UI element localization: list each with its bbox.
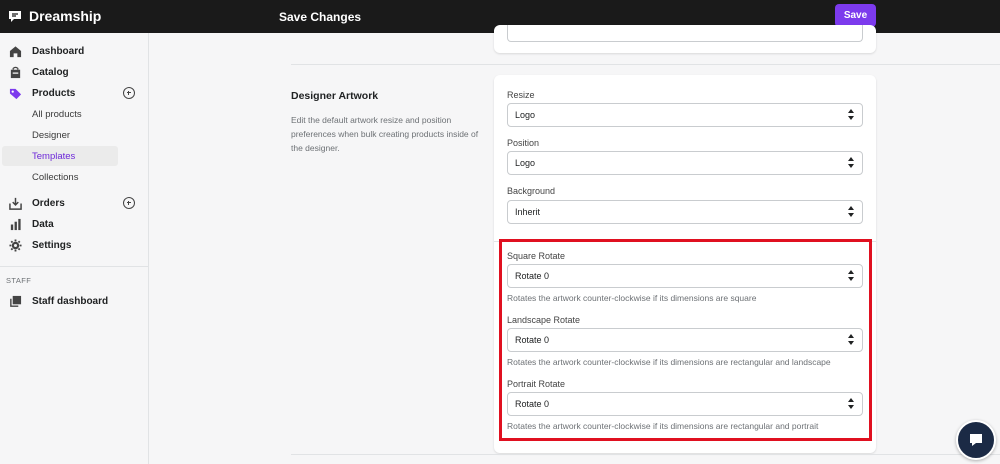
add-product-icon[interactable] <box>123 87 135 99</box>
landscape-rotate-select[interactable]: Rotate 0 <box>507 328 863 352</box>
sidebar-item-products[interactable]: Products <box>0 83 148 103</box>
section-divider <box>291 454 1000 455</box>
section-title: Designer Artwork <box>291 90 379 102</box>
bar-chart-icon <box>8 217 22 231</box>
sidebar-subitem-label: All products <box>32 109 82 120</box>
background-value: Inherit <box>515 207 541 217</box>
sidebar-item-label: Data <box>32 219 54 230</box>
sidebar-subitem-label: Templates <box>32 151 76 162</box>
designer-artwork-card: Resize Logo Position Logo Background Inh… <box>494 75 876 453</box>
background-label: Background <box>507 186 556 196</box>
square-rotate-label: Square Rotate <box>507 251 566 261</box>
home-icon <box>8 44 22 58</box>
square-rotate-value: Rotate 0 <box>515 271 550 281</box>
landscape-rotate-label: Landscape Rotate <box>507 315 581 325</box>
portrait-rotate-label: Portrait Rotate <box>507 379 566 389</box>
chat-launcher-button[interactable] <box>956 420 996 460</box>
select-arrows-icon <box>847 157 854 169</box>
gear-icon <box>8 238 22 252</box>
catalog-icon <box>8 65 22 79</box>
sidebar-item-data[interactable]: Data <box>0 214 148 234</box>
square-rotate-help: Rotates the artwork counter-clockwise if… <box>507 293 757 303</box>
chat-icon <box>970 434 982 446</box>
sidebar-item-label: Settings <box>32 240 72 251</box>
portrait-rotate-help: Rotates the artwork counter-clockwise if… <box>507 421 819 431</box>
position-label: Position <box>507 138 540 148</box>
sidebar-item-label: Catalog <box>32 67 69 78</box>
select-arrows-icon <box>847 206 854 218</box>
sidebar-divider <box>0 266 148 267</box>
sidebar-subitem-label: Collections <box>32 172 79 183</box>
sidebar-subitem-label: Designer <box>32 130 71 141</box>
resize-label: Resize <box>507 90 535 100</box>
save-button[interactable]: Save <box>835 4 876 27</box>
brand-logo[interactable]: Dreamship <box>7 8 101 24</box>
previous-select[interactable] <box>507 25 863 42</box>
sidebar-subitem-collections[interactable]: Collections <box>0 167 148 187</box>
portrait-rotate-value: Rotate 0 <box>515 399 550 409</box>
portrait-rotate-select[interactable]: Rotate 0 <box>507 392 863 416</box>
sidebar-item-label: Products <box>32 88 76 99</box>
select-arrows-icon <box>847 109 854 121</box>
sidebar-subitem-all-products[interactable]: All products <box>0 104 148 124</box>
add-order-icon[interactable] <box>123 197 135 209</box>
landscape-rotate-help: Rotates the artwork counter-clockwise if… <box>507 357 831 367</box>
stack-icon <box>8 294 22 308</box>
position-select[interactable]: Logo <box>507 151 863 175</box>
brand-name: Dreamship <box>29 8 102 24</box>
sidebar-item-staff-dashboard[interactable]: Staff dashboard <box>0 291 148 311</box>
position-value: Logo <box>515 158 536 168</box>
staff-section-label: STAFF <box>6 276 32 285</box>
previous-card <box>494 25 876 53</box>
select-arrows-icon <box>847 270 854 282</box>
sidebar-item-orders[interactable]: Orders <box>0 193 148 213</box>
save-changes-title: Save Changes <box>279 10 362 24</box>
section-divider <box>291 64 1000 65</box>
tag-icon <box>8 86 22 100</box>
landscape-rotate-value: Rotate 0 <box>515 335 550 345</box>
card-divider <box>494 241 876 242</box>
sidebar-item-catalog[interactable]: Catalog <box>0 62 148 82</box>
background-select[interactable]: Inherit <box>507 200 863 224</box>
select-arrows-icon <box>847 334 854 346</box>
sidebar-item-label: Staff dashboard <box>32 296 109 307</box>
square-rotate-select[interactable]: Rotate 0 <box>507 264 863 288</box>
download-icon <box>8 196 22 210</box>
sidebar-item-label: Dashboard <box>32 46 85 57</box>
sidebar-item-settings[interactable]: Settings <box>0 235 148 255</box>
select-arrows-icon <box>847 398 854 410</box>
dreamship-logo-icon <box>9 11 21 22</box>
section-description: Edit the default artwork resize and posi… <box>291 115 479 153</box>
main-content: Designer Artwork Edit the default artwor… <box>150 25 1000 464</box>
resize-select[interactable]: Logo <box>507 103 863 127</box>
resize-value: Logo <box>515 110 536 120</box>
sidebar-item-dashboard[interactable]: Dashboard <box>0 41 148 61</box>
sidebar-subitem-templates[interactable]: Templates <box>2 146 118 166</box>
sidebar-subitem-designer[interactable]: Designer <box>0 125 148 145</box>
sidebar-item-label: Orders <box>32 198 65 209</box>
sidebar: Dashboard Catalog Products All products … <box>0 33 149 464</box>
